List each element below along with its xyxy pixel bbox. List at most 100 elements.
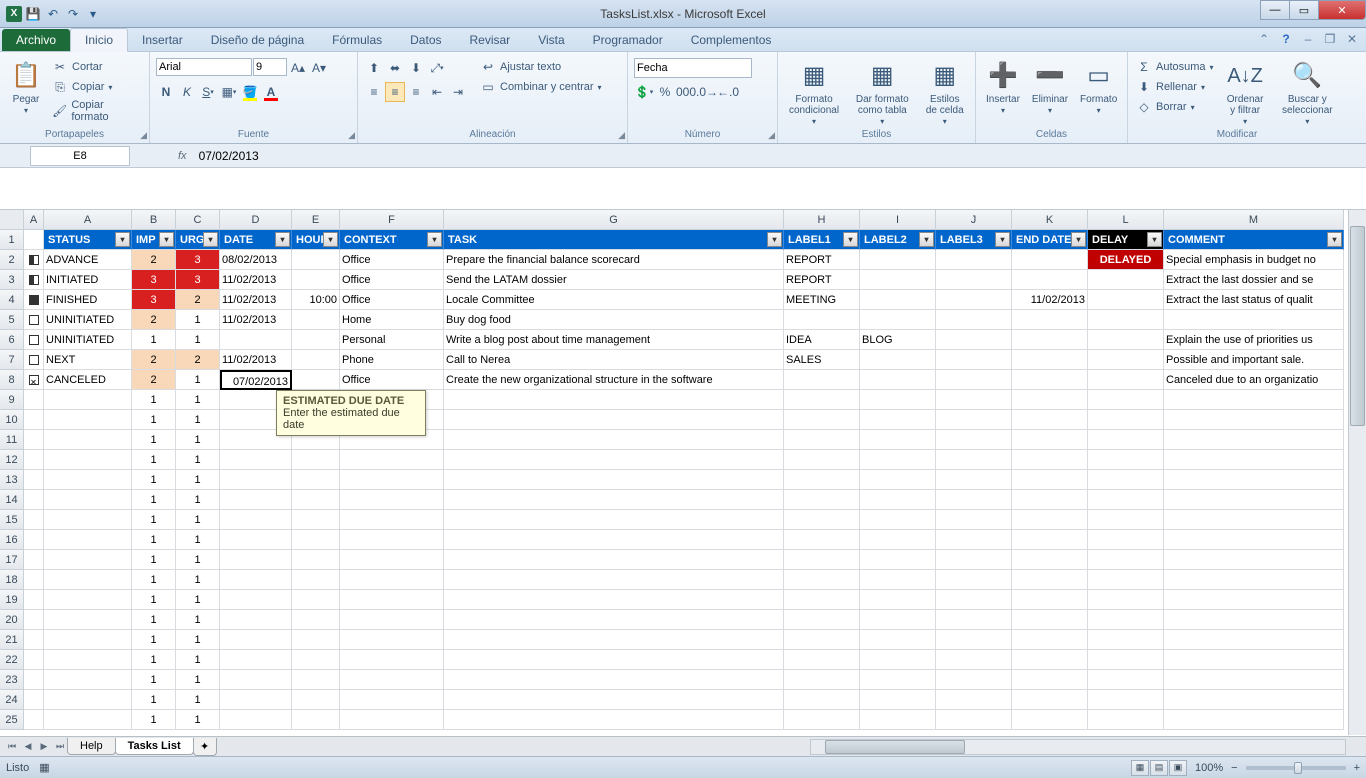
- underline-button[interactable]: S▾: [198, 82, 218, 102]
- fx-icon[interactable]: fx: [178, 150, 187, 162]
- filter-dropdown-icon[interactable]: ▾: [203, 232, 218, 247]
- currency-icon[interactable]: 💲▾: [634, 82, 654, 102]
- window-close-icon[interactable]: ✕: [1344, 31, 1360, 47]
- align-left-icon[interactable]: ≡: [364, 82, 384, 102]
- filter-dropdown-icon[interactable]: ▾: [1147, 232, 1162, 247]
- format-painter-button[interactable]: 🖌Copiar formato: [50, 98, 143, 124]
- sheet-nav-prev-icon[interactable]: ◀: [20, 739, 36, 755]
- number-format-select[interactable]: [634, 58, 752, 78]
- column-header[interactable]: IMP▾: [132, 230, 176, 250]
- align-middle-icon[interactable]: ⬌: [385, 58, 405, 78]
- tab-inicio[interactable]: Inicio: [70, 28, 128, 52]
- merge-center-button[interactable]: ▭Combinar y centrar▾: [478, 78, 604, 96]
- tab-vista[interactable]: Vista: [524, 29, 578, 51]
- tab-diseno[interactable]: Diseño de página: [197, 29, 318, 51]
- save-icon[interactable]: 💾: [24, 5, 42, 23]
- spreadsheet-grid[interactable]: AABCDEFGHIJKLM1STATUS▾IMP▾URG▾DATE▾HOUR▾…: [0, 210, 1366, 736]
- sheet-tab-taskslist[interactable]: Tasks List: [115, 738, 194, 755]
- find-select-button[interactable]: 🔍Buscar y seleccionar▾: [1275, 58, 1340, 129]
- tab-programador[interactable]: Programador: [579, 29, 677, 51]
- help-icon[interactable]: ?: [1278, 31, 1294, 47]
- vertical-scrollbar[interactable]: [1348, 210, 1366, 735]
- dialog-launcher-icon[interactable]: ◢: [348, 130, 355, 141]
- filter-dropdown-icon[interactable]: ▾: [1327, 232, 1342, 247]
- column-header[interactable]: COMMENT▾: [1164, 230, 1344, 250]
- column-header[interactable]: LABEL1▾: [784, 230, 860, 250]
- filter-dropdown-icon[interactable]: ▾: [919, 232, 934, 247]
- sort-filter-button[interactable]: A↓ZOrdenar y filtrar▾: [1220, 58, 1271, 129]
- italic-button[interactable]: K: [177, 82, 197, 102]
- column-header[interactable]: DATE▾: [220, 230, 292, 250]
- increase-font-icon[interactable]: A▴: [288, 58, 308, 78]
- conditional-format-button[interactable]: ▦Formato condicional▾: [784, 58, 844, 129]
- minimize-ribbon-icon[interactable]: ⌃: [1256, 31, 1272, 47]
- scroll-thumb[interactable]: [825, 740, 965, 754]
- wrap-text-button[interactable]: ↩Ajustar texto: [478, 58, 604, 76]
- tab-formulas[interactable]: Fórmulas: [318, 29, 396, 51]
- redo-icon[interactable]: ↷: [64, 5, 82, 23]
- formula-input[interactable]: 07/02/2013: [193, 147, 265, 165]
- autosum-button[interactable]: ΣAutosuma▾: [1134, 58, 1216, 76]
- increase-decimal-icon[interactable]: .0→: [697, 82, 717, 102]
- copy-button[interactable]: ⎘Copiar▾: [50, 78, 143, 96]
- file-tab[interactable]: Archivo: [2, 29, 70, 51]
- sheet-tab-help[interactable]: Help: [67, 738, 116, 755]
- fill-color-button[interactable]: 🪣: [240, 82, 260, 102]
- filter-dropdown-icon[interactable]: ▾: [427, 232, 442, 247]
- comma-icon[interactable]: 000: [676, 82, 696, 102]
- decrease-decimal-icon[interactable]: ←.0: [718, 82, 738, 102]
- filter-dropdown-icon[interactable]: ▾: [115, 232, 130, 247]
- column-header[interactable]: LABEL3▾: [936, 230, 1012, 250]
- filter-dropdown-icon[interactable]: ▾: [843, 232, 858, 247]
- filter-dropdown-icon[interactable]: ▾: [1071, 232, 1086, 247]
- scroll-thumb[interactable]: [1350, 226, 1365, 426]
- format-table-button[interactable]: ▦Dar formato como tabla▾: [848, 58, 916, 129]
- maximize-button[interactable]: ▭: [1289, 0, 1319, 20]
- dialog-launcher-icon[interactable]: ◢: [618, 130, 625, 141]
- dialog-launcher-icon[interactable]: ◢: [768, 130, 775, 141]
- qat-dropdown-icon[interactable]: ▾: [84, 5, 102, 23]
- cell-styles-button[interactable]: ▦Estilos de celda▾: [920, 58, 969, 129]
- column-header[interactable]: STATUS▾: [44, 230, 132, 250]
- paste-button[interactable]: 📋 Pegar▾: [6, 58, 46, 118]
- align-top-icon[interactable]: ⬆: [364, 58, 384, 78]
- font-size-select[interactable]: [253, 58, 287, 76]
- font-color-button[interactable]: A: [261, 82, 281, 102]
- close-button[interactable]: ✕: [1318, 0, 1366, 20]
- filter-dropdown-icon[interactable]: ▾: [159, 232, 174, 247]
- name-box[interactable]: [30, 146, 130, 166]
- undo-icon[interactable]: ↶: [44, 5, 62, 23]
- increase-indent-icon[interactable]: ⇥: [448, 82, 468, 102]
- column-header[interactable]: URG▾: [176, 230, 220, 250]
- cut-button[interactable]: ✂Cortar: [50, 58, 143, 76]
- tab-complementos[interactable]: Complementos: [677, 29, 786, 51]
- dialog-launcher-icon[interactable]: ◢: [140, 130, 147, 141]
- tab-revisar[interactable]: Revisar: [456, 29, 525, 51]
- filter-dropdown-icon[interactable]: ▾: [995, 232, 1010, 247]
- align-bottom-icon[interactable]: ⬇: [406, 58, 426, 78]
- bold-button[interactable]: N: [156, 82, 176, 102]
- filter-dropdown-icon[interactable]: ▾: [323, 232, 338, 247]
- filter-dropdown-icon[interactable]: ▾: [275, 232, 290, 247]
- tab-insertar[interactable]: Insertar: [128, 29, 197, 51]
- minimize-button[interactable]: —: [1260, 0, 1290, 20]
- new-sheet-button[interactable]: ✦: [193, 738, 217, 756]
- column-header[interactable]: TASK▾: [444, 230, 784, 250]
- window-restore-icon[interactable]: ❐: [1322, 31, 1338, 47]
- align-right-icon[interactable]: ≡: [406, 82, 426, 102]
- insert-button[interactable]: ➕Insertar▾: [982, 58, 1024, 118]
- clear-button[interactable]: ◇Borrar▾: [1134, 98, 1216, 116]
- tab-datos[interactable]: Datos: [396, 29, 455, 51]
- decrease-font-icon[interactable]: A▾: [309, 58, 329, 78]
- border-button[interactable]: ▦▾: [219, 82, 239, 102]
- align-center-icon[interactable]: ≡: [385, 82, 405, 102]
- window-min-icon[interactable]: –: [1300, 31, 1316, 47]
- orientation-icon[interactable]: ⤢▾: [427, 58, 447, 78]
- column-header[interactable]: CONTEXT▾: [340, 230, 444, 250]
- sheet-nav-next-icon[interactable]: ▶: [36, 739, 52, 755]
- column-header[interactable]: END DATE▾: [1012, 230, 1088, 250]
- percent-icon[interactable]: %: [655, 82, 675, 102]
- horizontal-scrollbar[interactable]: [810, 739, 1346, 755]
- fill-button[interactable]: ⬇Rellenar▾: [1134, 78, 1216, 96]
- sheet-nav-last-icon[interactable]: ⏭: [52, 739, 68, 755]
